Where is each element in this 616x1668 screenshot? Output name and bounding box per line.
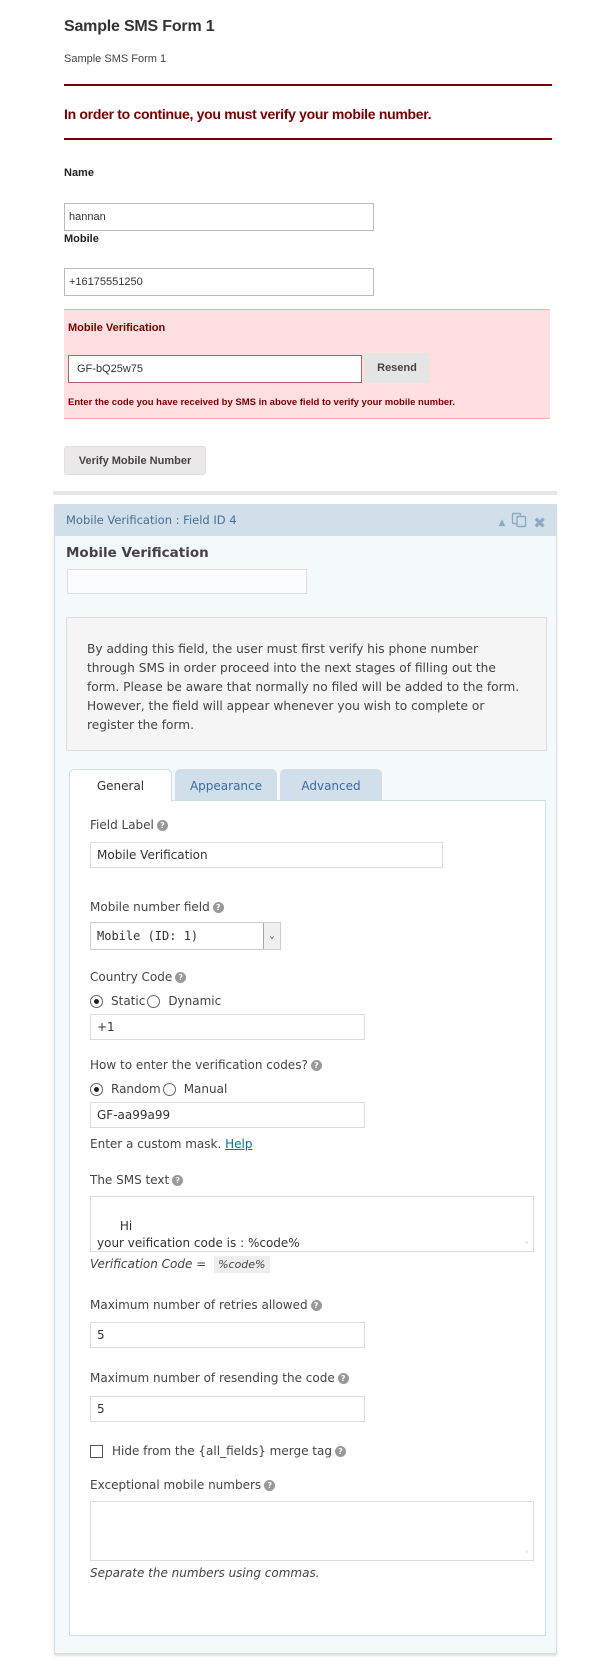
radio-static-label: Static <box>111 994 146 1008</box>
hide-all-fields-checkbox[interactable] <box>90 1445 103 1458</box>
radio-dynamic-label: Dynamic <box>168 994 222 1008</box>
field-editor: Mobile Verification : Field ID 4 ▲ ✖ Mob… <box>54 504 557 1654</box>
field-editor-title: Mobile Verification : Field ID 4 <box>66 513 237 527</box>
verification-code-note-text: Verification Code = <box>90 1257 207 1271</box>
sms-text-setting: The SMS text? <box>90 1173 184 1187</box>
max-retries-input[interactable] <box>90 1322 365 1348</box>
exceptional-numbers-textarea[interactable]: ⁘ <box>90 1501 534 1561</box>
chevron-down-icon[interactable]: ⌄ <box>263 923 280 949</box>
field-label-setting: Field Label? <box>90 818 168 832</box>
max-resend-title: Maximum number of resending the code <box>90 1371 335 1385</box>
code-placeholder-chip: %code% <box>214 1256 270 1273</box>
tab-advanced[interactable]: Advanced <box>280 769 382 801</box>
form-title: Sample SMS Form 1 <box>64 18 215 35</box>
verification-hint: Enter the code you have received by SMS … <box>68 397 455 408</box>
mobile-verification-section: Mobile Verification Resend Enter the cod… <box>0 309 616 419</box>
radio-manual[interactable] <box>162 1082 176 1096</box>
max-resend-setting: Maximum number of resending the code? <box>90 1371 349 1385</box>
tab-general[interactable]: General <box>69 769 172 802</box>
field-label-title: Field Label <box>90 818 154 832</box>
help-icon[interactable]: ? <box>334 1446 346 1457</box>
radio-random[interactable] <box>90 1082 103 1096</box>
code-entry-options: Random Manual <box>90 1082 227 1096</box>
help-link[interactable]: Help <box>225 1137 252 1151</box>
exceptional-numbers-title: Exceptional mobile numbers <box>90 1478 262 1492</box>
resend-button[interactable]: Resend <box>364 353 430 383</box>
help-icon[interactable]: ? <box>212 902 224 913</box>
mobile-input[interactable] <box>64 268 374 296</box>
exceptional-numbers-hint: Separate the numbers using commas. <box>90 1566 320 1580</box>
mobile-number-field-title: Mobile number field <box>90 900 210 914</box>
field-editor-header[interactable]: Mobile Verification : Field ID 4 ▲ ✖ <box>55 505 556 536</box>
radio-static[interactable] <box>90 994 103 1008</box>
help-icon[interactable]: ? <box>264 1480 276 1491</box>
mobile-verification-label: Mobile Verification <box>68 322 166 334</box>
country-code-input[interactable] <box>90 1014 365 1040</box>
hide-all-fields-setting: Hide from the {all_fields} merge tag? <box>112 1444 346 1458</box>
help-icon[interactable]: ? <box>310 1060 322 1071</box>
form-description: Sample SMS Form 1 <box>64 53 167 65</box>
validation-error-box: In order to continue, you must verify yo… <box>64 84 552 140</box>
duplicate-icon[interactable] <box>511 512 527 533</box>
sms-text-value: Hi your veification code is : %code% <box>97 1219 300 1250</box>
field-preview-input <box>67 569 307 594</box>
mobile-number-field-select[interactable]: Mobile (ID: 1) ⌄ <box>90 922 281 950</box>
field-description: By adding this field, the user must firs… <box>66 617 547 751</box>
field-label-input[interactable] <box>90 842 443 868</box>
mobile-number-field-setting: Mobile number field? <box>90 900 224 914</box>
code-entry-title: How to enter the verification codes? <box>90 1058 308 1072</box>
max-retries-setting: Maximum number of retries allowed? <box>90 1298 322 1312</box>
general-tab-panel: Field Label? Mobile number field? Mobile… <box>69 800 546 1636</box>
code-mask-input[interactable] <box>90 1102 365 1128</box>
code-entry-setting: How to enter the verification codes?? <box>90 1058 322 1072</box>
mobile-verification-error-box: Mobile Verification Resend Enter the cod… <box>64 309 550 419</box>
verify-mobile-number-button[interactable]: Verify Mobile Number <box>64 446 206 475</box>
name-label: Name <box>64 167 94 179</box>
hide-all-fields-label: Hide from the {all_fields} merge tag <box>112 1444 332 1458</box>
max-retries-title: Maximum number of retries allowed <box>90 1298 308 1312</box>
help-icon[interactable]: ? <box>175 972 187 983</box>
divider <box>53 491 557 495</box>
help-icon[interactable]: ? <box>337 1373 349 1384</box>
sms-text-textarea[interactable]: Hi your veification code is : %code% ⁘ <box>90 1196 534 1252</box>
resize-handle-icon[interactable]: ⁘ <box>524 1550 531 1558</box>
name-input[interactable] <box>64 203 374 231</box>
help-icon[interactable]: ? <box>310 1300 322 1311</box>
help-icon[interactable]: ? <box>172 1175 184 1186</box>
resize-handle-icon[interactable]: ⁘ <box>524 1241 531 1249</box>
country-code-setting: Country Code? <box>90 970 187 984</box>
radio-manual-label: Manual <box>183 1082 228 1096</box>
country-code-title: Country Code <box>90 970 173 984</box>
verification-code-note: Verification Code = %code% <box>90 1256 270 1273</box>
mobile-number-field-selected: Mobile (ID: 1) <box>97 929 199 943</box>
collapse-icon[interactable]: ▲ <box>499 515 506 531</box>
custom-mask-hint: Enter a custom mask. Help <box>90 1137 252 1151</box>
exceptional-numbers-setting: Exceptional mobile numbers? <box>90 1478 276 1492</box>
radio-random-label: Random <box>111 1082 161 1096</box>
verification-code-input[interactable] <box>68 355 362 383</box>
custom-mask-hint-text: Enter a custom mask. <box>90 1137 222 1151</box>
field-preview-label: Mobile Verification <box>66 545 209 561</box>
mobile-label: Mobile <box>64 233 99 245</box>
validation-message: In order to continue, you must verify yo… <box>64 106 432 122</box>
max-resend-input[interactable] <box>90 1396 365 1422</box>
help-icon[interactable]: ? <box>156 820 168 831</box>
country-code-options: Static Dynamic <box>90 994 221 1008</box>
radio-dynamic[interactable] <box>147 994 161 1008</box>
sms-text-title: The SMS text <box>90 1173 170 1187</box>
settings-tabs: General Appearance Advanced <box>69 769 382 802</box>
tab-appearance[interactable]: Appearance <box>175 769 277 801</box>
delete-icon[interactable]: ✖ <box>533 515 546 531</box>
